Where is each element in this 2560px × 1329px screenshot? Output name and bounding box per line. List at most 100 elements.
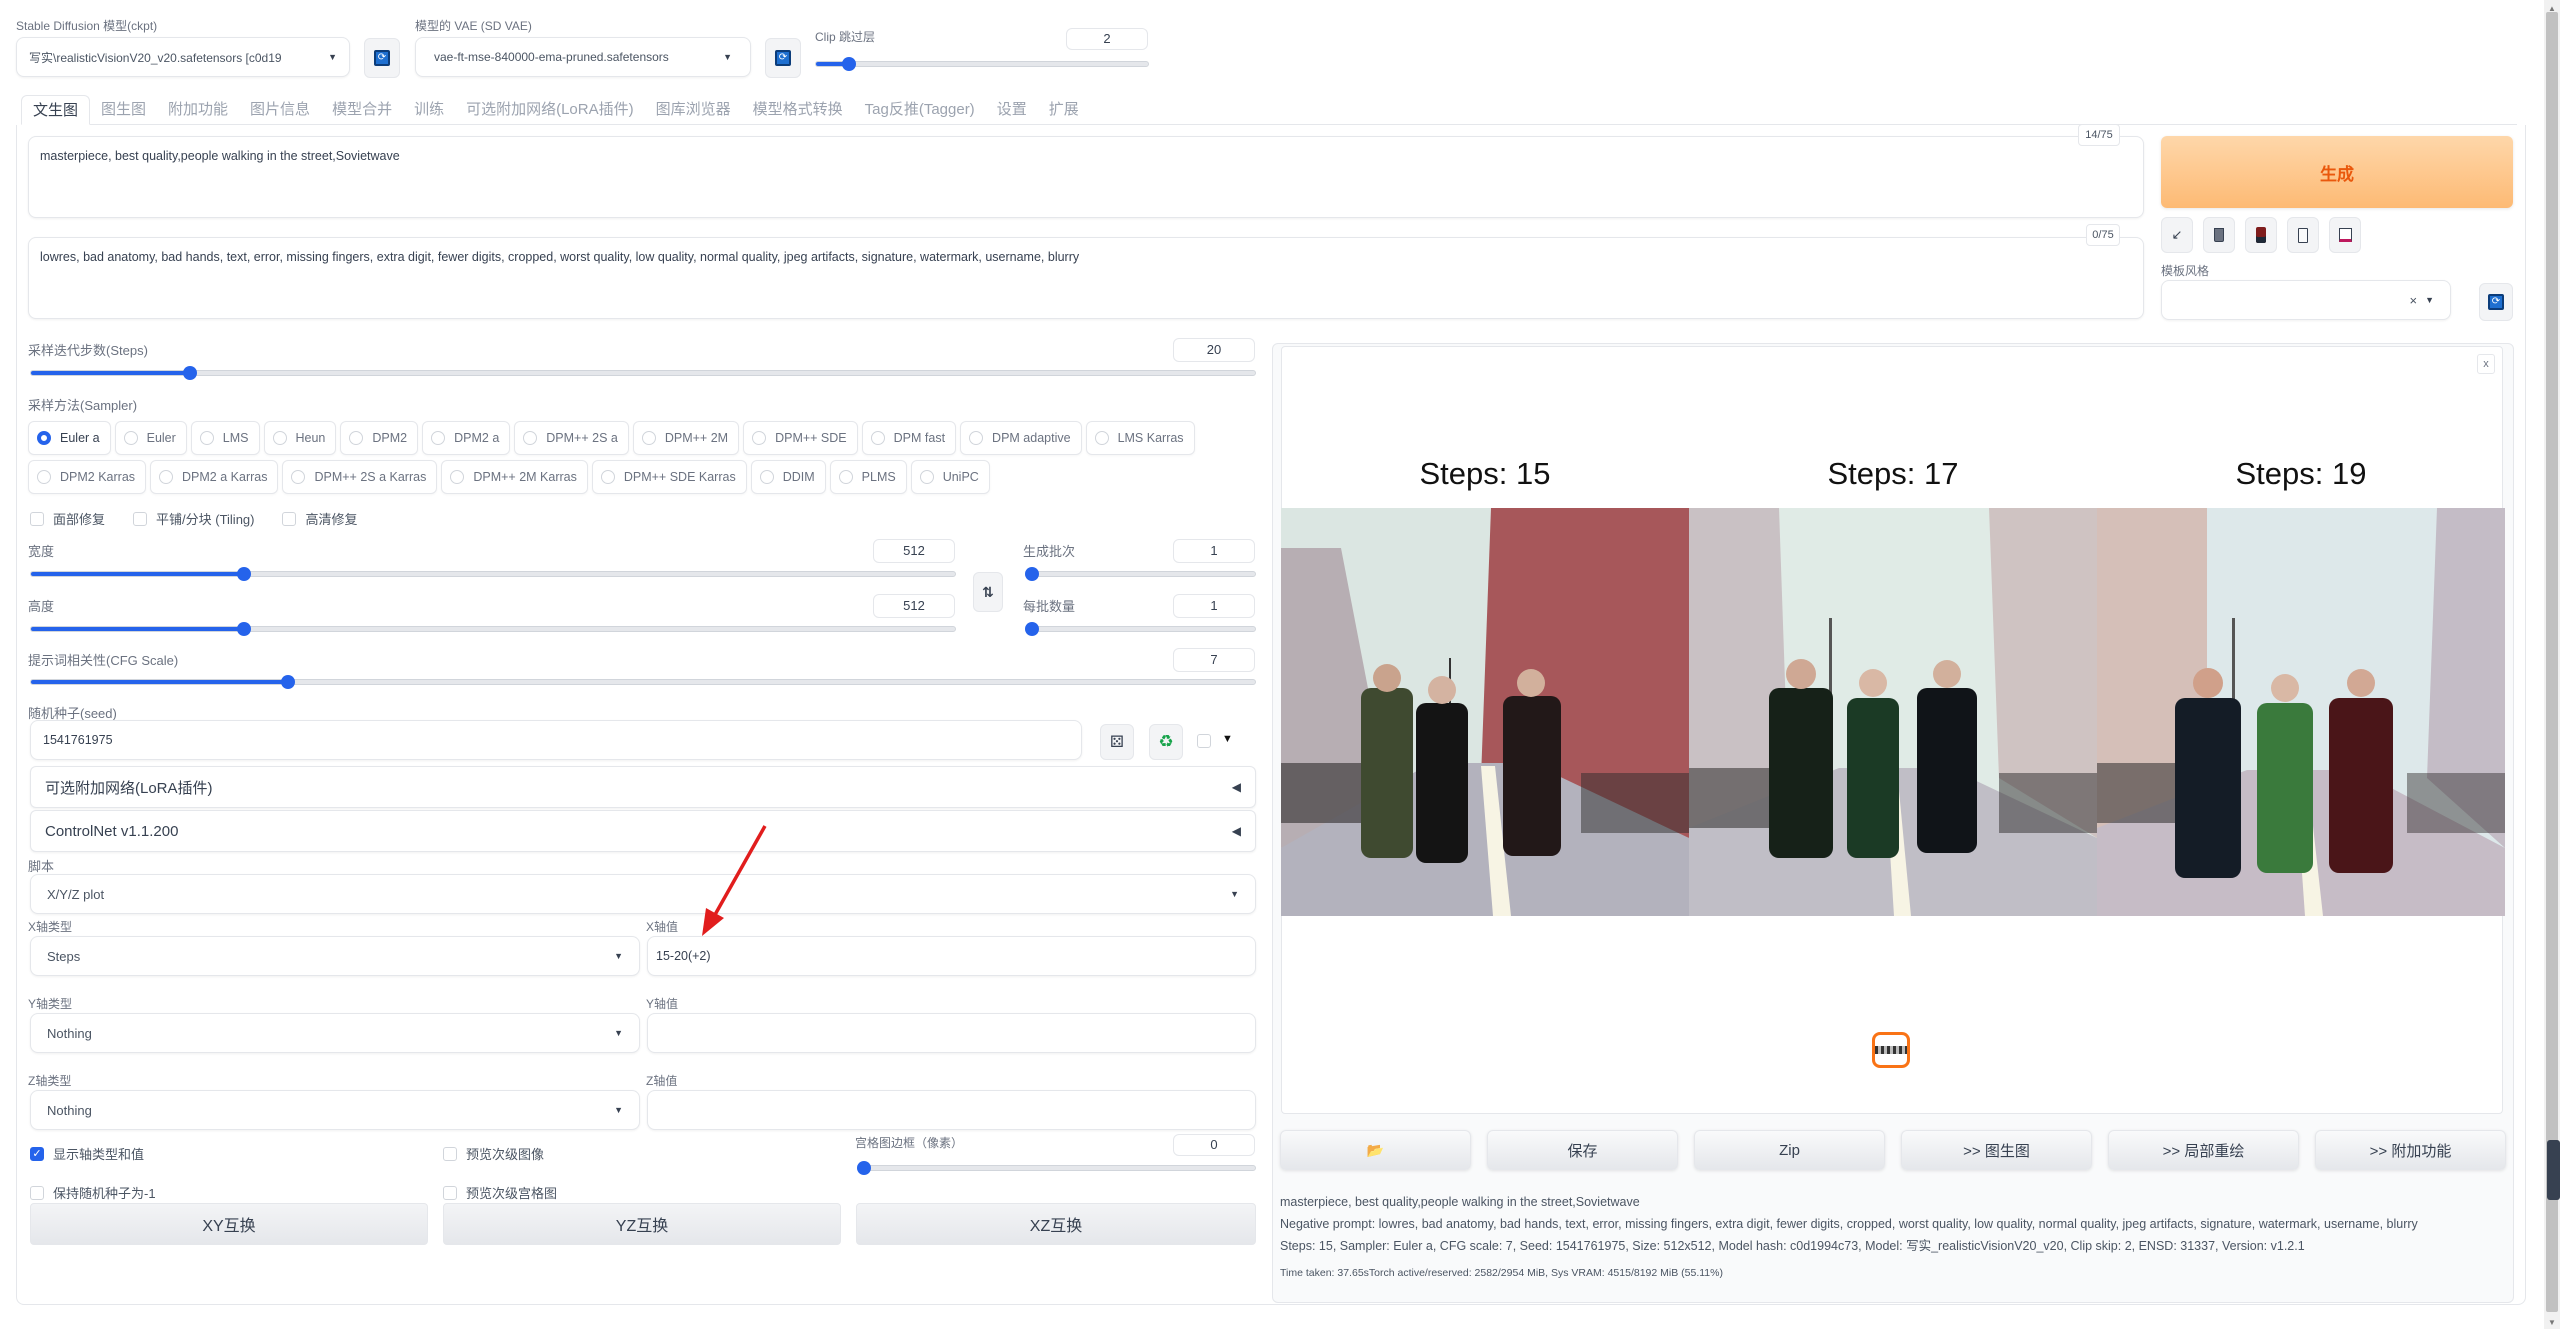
model-select[interactable]: 写实\realisticVisionV20_v20.safetensors [c… <box>16 37 350 77</box>
slider-thumb[interactable] <box>281 675 296 689</box>
generated-image-2[interactable] <box>1689 508 2097 916</box>
checkbox-box[interactable] <box>30 511 44 526</box>
checkbox-box[interactable] <box>443 1146 457 1161</box>
random-seed-button[interactable]: ⚄ <box>1100 724 1134 760</box>
slider-thumb[interactable] <box>236 622 251 636</box>
script-select[interactable]: X/Y/Z plot ▼ <box>30 874 1256 914</box>
height-input[interactable]: 512 <box>873 594 955 618</box>
tab-3[interactable]: 图片信息 <box>239 95 321 125</box>
slider-thumb[interactable] <box>236 567 251 581</box>
save-button[interactable]: 保存 <box>1487 1130 1678 1170</box>
height-slider[interactable] <box>30 622 956 636</box>
z-type-select[interactable]: Nothing ▼ <box>30 1090 640 1130</box>
x-type-select[interactable]: Steps ▼ <box>30 936 640 976</box>
clip-skip-input[interactable]: 2 <box>1066 28 1148 50</box>
sampler-option[interactable]: LMS Karras <box>1085 421 1195 455</box>
refresh-model-button[interactable]: ⟳ <box>364 38 400 78</box>
radio-button-icon[interactable] <box>291 470 306 484</box>
reuse-seed-button[interactable]: ♻ <box>1149 724 1183 760</box>
hires-fix-checkbox[interactable]: 高清修复 <box>282 509 358 528</box>
radio-button-icon[interactable] <box>431 431 446 445</box>
send-to-inpaint-button[interactable]: >> 局部重绘 <box>2108 1130 2299 1170</box>
swap-dimensions-button[interactable]: ⇅ <box>973 572 1003 612</box>
sampler-option[interactable]: DPM2 a Karras <box>150 460 279 494</box>
grid-margin-slider[interactable] <box>857 1161 1256 1175</box>
clear-prompt-button[interactable] <box>2203 217 2235 253</box>
radio-button-icon[interactable] <box>523 431 538 445</box>
face-restore-checkbox[interactable]: 面部修复 <box>30 509 105 528</box>
radio-button-icon[interactable] <box>37 470 51 484</box>
clear-icon[interactable]: × <box>2409 293 2417 308</box>
preview-sub-images-checkbox[interactable]: 预览次级图像 <box>443 1144 544 1163</box>
scrollbar-thumb[interactable] <box>2546 12 2558 1312</box>
send-to-img2img-button[interactable]: >> 图生图 <box>1901 1130 2092 1170</box>
steps-input[interactable]: 20 <box>1173 338 1255 362</box>
swap-xy-button[interactable]: XY互换 <box>30 1203 428 1245</box>
tab-6[interactable]: 可选附加网络(LoRA插件) <box>455 95 645 125</box>
sampler-option[interactable]: DPM++ SDE <box>743 421 858 455</box>
tab-11[interactable]: 扩展 <box>1038 95 1090 125</box>
keep-seed-checkbox[interactable]: 保持随机种子为-1 <box>30 1183 156 1202</box>
style-select[interactable]: × ▼ <box>2161 280 2451 320</box>
sampler-option[interactable]: DPM fast <box>861 421 957 455</box>
swap-yz-button[interactable]: YZ互换 <box>443 1203 841 1245</box>
tab-1[interactable]: 图生图 <box>90 95 157 125</box>
sampler-option[interactable]: DPM++ 2M <box>632 421 740 455</box>
steps-slider[interactable] <box>30 366 1256 380</box>
radio-button-icon[interactable] <box>759 470 774 484</box>
gallery-thumbnail[interactable] <box>1872 1032 1910 1068</box>
read-params-button[interactable]: ↙ <box>2161 217 2193 253</box>
generated-image-1[interactable] <box>1281 508 1689 916</box>
radio-button-icon[interactable] <box>600 470 615 484</box>
tab-5[interactable]: 训练 <box>403 95 455 125</box>
refresh-styles-button[interactable]: ⟳ <box>2479 283 2513 321</box>
seed-input[interactable]: 1541761975 <box>30 720 1082 760</box>
open-folder-button[interactable]: 📂 <box>1280 1130 1471 1170</box>
controlnet-accordion[interactable]: ControlNet v1.1.200 ◀ <box>30 810 1256 852</box>
tab-7[interactable]: 图库浏览器 <box>645 95 742 125</box>
z-values-input[interactable] <box>647 1090 1256 1130</box>
clip-skip-slider[interactable] <box>815 57 1149 71</box>
extra-seed-toggle-icon[interactable]: ▼ <box>1222 733 1233 745</box>
swap-xz-button[interactable]: XZ互换 <box>856 1203 1256 1245</box>
tab-0[interactable]: 文生图 <box>21 95 91 125</box>
sampler-option[interactable]: LMS <box>190 421 260 455</box>
sampler-option[interactable]: DPM++ SDE Karras <box>591 460 747 494</box>
radio-button-icon[interactable] <box>450 470 465 484</box>
radio-button-icon[interactable] <box>159 470 174 484</box>
extra-seed-checkbox[interactable] <box>1197 734 1211 748</box>
show-axis-checkbox[interactable]: ✓ 显示轴类型和值 <box>30 1144 144 1163</box>
width-input[interactable]: 512 <box>873 539 955 563</box>
batch-size-slider[interactable] <box>1025 622 1256 636</box>
sampler-option[interactable]: Heun <box>263 421 337 455</box>
checkbox-box[interactable] <box>30 1185 44 1200</box>
radio-button-icon[interactable] <box>969 431 984 445</box>
sampler-option[interactable]: DPM2 a <box>422 421 511 455</box>
sampler-option[interactable]: Euler <box>114 421 187 455</box>
save-style-button[interactable] <box>2329 217 2361 253</box>
radio-button-icon[interactable] <box>123 431 138 445</box>
radio-button-icon[interactable] <box>838 470 853 484</box>
sampler-option[interactable]: DPM++ 2S a Karras <box>282 460 438 494</box>
tab-8[interactable]: 模型格式转换 <box>742 95 854 125</box>
zip-button[interactable]: Zip <box>1694 1130 1885 1170</box>
checkbox-box[interactable] <box>443 1185 457 1200</box>
floating-widget[interactable] <box>2547 1140 2560 1200</box>
sampler-option[interactable]: PLMS <box>829 460 907 494</box>
x-values-input[interactable]: 15-20(+2) <box>647 936 1256 976</box>
sampler-option[interactable]: Euler a <box>28 421 111 455</box>
batch-count-input[interactable]: 1 <box>1173 539 1255 563</box>
tiling-checkbox[interactable]: 平铺/分块 (Tiling) <box>133 509 254 528</box>
radio-button-icon[interactable] <box>199 431 214 445</box>
radio-button-icon[interactable] <box>919 470 934 484</box>
positive-prompt-input[interactable]: masterpiece, best quality,people walking… <box>28 136 2144 218</box>
batch-size-input[interactable]: 1 <box>1173 594 1255 618</box>
radio-button-icon[interactable] <box>1094 431 1109 445</box>
width-slider[interactable] <box>30 567 956 581</box>
grid-margin-input[interactable]: 0 <box>1173 1134 1255 1156</box>
y-values-input[interactable] <box>647 1013 1256 1053</box>
radio-button-icon[interactable] <box>641 431 656 445</box>
slider-thumb[interactable] <box>842 57 857 71</box>
lora-accordion[interactable]: 可选附加网络(LoRA插件) ◀ <box>30 766 1256 808</box>
slider-thumb[interactable] <box>857 1161 871 1175</box>
